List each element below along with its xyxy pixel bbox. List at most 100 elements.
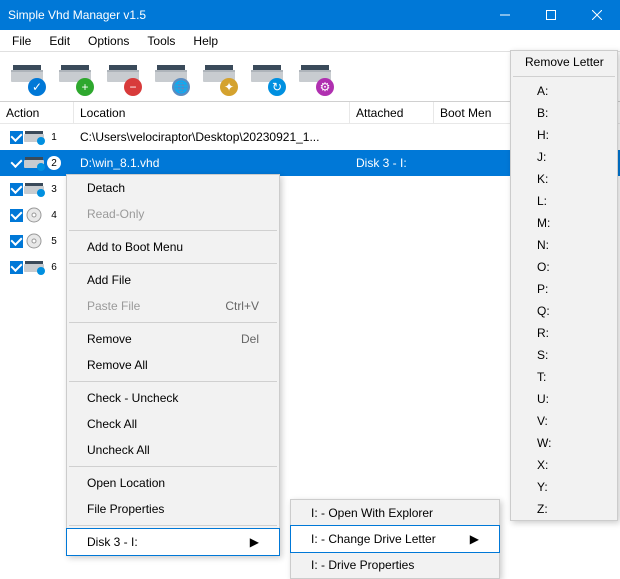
remove-vhd-button[interactable]: − xyxy=(100,54,146,100)
row-attached xyxy=(350,228,434,254)
drive-letter-k[interactable]: K: xyxy=(511,168,617,190)
drive-letter-m[interactable]: M: xyxy=(511,212,617,234)
drive-letter-w[interactable]: W: xyxy=(511,432,617,454)
row-number: 2 xyxy=(47,156,61,170)
menu-options[interactable]: Options xyxy=(80,32,137,50)
ctx-add-file[interactable]: Add File xyxy=(67,267,279,293)
row-attached xyxy=(350,202,434,228)
drive-letter-u[interactable]: U: xyxy=(511,388,617,410)
remove-letter[interactable]: Remove Letter xyxy=(511,51,617,73)
drive-letter-n[interactable]: N: xyxy=(511,234,617,256)
drive-letter-x[interactable]: X: xyxy=(511,454,617,476)
menubar: FileEditOptionsToolsHelp xyxy=(0,30,620,52)
row-location: D:\win_8.1.vhd xyxy=(74,150,350,176)
refresh-button[interactable]: ↻ xyxy=(244,54,290,100)
row-checkbox[interactable] xyxy=(10,183,23,196)
hdd-icon xyxy=(23,129,45,145)
row-checkbox[interactable] xyxy=(10,157,23,170)
row-number: 6 xyxy=(47,260,61,274)
row-checkbox[interactable] xyxy=(10,131,23,144)
context-menu-main: DetachRead-Only Add to Boot Menu Add FileP… xyxy=(66,174,280,556)
drive-letter-r[interactable]: R: xyxy=(511,322,617,344)
drive-letter-z[interactable]: Z: xyxy=(511,498,617,520)
drive-letter-b[interactable]: B: xyxy=(511,102,617,124)
cd-icon xyxy=(23,233,45,249)
drive-letter-h[interactable]: H: xyxy=(511,124,617,146)
svg-text:−: − xyxy=(129,80,136,94)
drive-letter-j[interactable]: J: xyxy=(511,146,617,168)
ctx-i-change-drive-letter[interactable]: I: - Change Drive Letter▶ xyxy=(290,525,500,553)
drive-letter-q[interactable]: Q: xyxy=(511,300,617,322)
drive-letter-y[interactable]: Y: xyxy=(511,476,617,498)
drive-letter-flyout: Remove Letter A:B:H:J:K:L:M:N:O:P:Q:R:S:T… xyxy=(510,50,618,521)
svg-text:✦: ✦ xyxy=(224,80,234,94)
svg-text:↻: ↻ xyxy=(272,80,282,94)
open-location-button[interactable]: 🌐 xyxy=(148,54,194,100)
minimize-button[interactable] xyxy=(482,0,528,30)
ctx-remove-all[interactable]: Remove All xyxy=(67,352,279,378)
create-vhd-button[interactable]: + xyxy=(52,54,98,100)
drive-letter-l[interactable]: L: xyxy=(511,190,617,212)
submenu-arrow-icon: ▶ xyxy=(250,535,259,549)
ctx-check-all[interactable]: Check All xyxy=(67,411,279,437)
hdd-icon xyxy=(23,155,45,171)
ctx-remove[interactable]: RemoveDel xyxy=(67,326,279,352)
row-attached: Disk 3 - I: xyxy=(350,150,434,176)
hdd-icon xyxy=(23,259,45,275)
separator xyxy=(69,322,277,323)
row-checkbox[interactable] xyxy=(10,235,23,248)
row-attached xyxy=(350,124,434,150)
titlebar: Simple Vhd Manager v1.5 xyxy=(0,0,620,30)
ctx-disk-3-i-[interactable]: Disk 3 - I:▶ xyxy=(66,528,280,556)
menu-edit[interactable]: Edit xyxy=(41,32,78,50)
ctx-detach[interactable]: Detach xyxy=(67,175,279,201)
svg-text:✓: ✓ xyxy=(32,80,42,94)
row-attached xyxy=(350,254,434,280)
drive-letter-a[interactable]: A: xyxy=(511,80,617,102)
ctx-check-uncheck[interactable]: Check - Uncheck xyxy=(67,385,279,411)
ctx-uncheck-all[interactable]: Uncheck All xyxy=(67,437,279,463)
menu-help[interactable]: Help xyxy=(185,32,226,50)
window-title: Simple Vhd Manager v1.5 xyxy=(8,8,482,22)
maximize-button[interactable] xyxy=(528,0,574,30)
hdd-icon xyxy=(23,181,45,197)
settings-button[interactable]: ⚙ xyxy=(292,54,338,100)
svg-text:⚙: ⚙ xyxy=(320,80,331,94)
ctx-add-to-boot-menu[interactable]: Add to Boot Menu xyxy=(67,234,279,260)
separator xyxy=(69,263,277,264)
add-vhd-button[interactable]: ✓ xyxy=(4,54,50,100)
separator xyxy=(69,230,277,231)
close-button[interactable] xyxy=(574,0,620,30)
row-number: 1 xyxy=(47,130,61,144)
drive-letter-v[interactable]: V: xyxy=(511,410,617,432)
row-number: 5 xyxy=(47,234,61,248)
col-attached[interactable]: Attached xyxy=(350,102,434,123)
menu-tools[interactable]: Tools xyxy=(139,32,183,50)
row-checkbox[interactable] xyxy=(10,261,23,274)
context-menu-disk: I: - Open With ExplorerI: - Change Drive… xyxy=(290,499,500,579)
row-checkbox[interactable] xyxy=(10,209,23,222)
cd-icon xyxy=(23,207,45,223)
separator xyxy=(69,381,277,382)
col-location[interactable]: Location xyxy=(74,102,350,123)
ctx-file-properties[interactable]: File Properties xyxy=(67,496,279,522)
row-number: 3 xyxy=(47,182,61,196)
drive-letter-t[interactable]: T: xyxy=(511,366,617,388)
ctx-paste-file: Paste FileCtrl+V xyxy=(67,293,279,319)
drive-letter-o[interactable]: O: xyxy=(511,256,617,278)
drive-letter-p[interactable]: P: xyxy=(511,278,617,300)
submenu-arrow-icon: ▶ xyxy=(470,532,479,546)
separator xyxy=(69,525,277,526)
ctx-open-location[interactable]: Open Location xyxy=(67,470,279,496)
ctx-i-open-with-explorer[interactable]: I: - Open With Explorer xyxy=(291,500,499,526)
svg-text:+: + xyxy=(81,80,88,94)
ctx-read-only: Read-Only xyxy=(67,201,279,227)
separator xyxy=(69,466,277,467)
row-location: C:\Users\velociraptor\Desktop\20230921_1… xyxy=(74,124,350,150)
drive-letter-s[interactable]: S: xyxy=(511,344,617,366)
ctx-i-drive-properties[interactable]: I: - Drive Properties xyxy=(291,552,499,578)
col-action[interactable]: Action xyxy=(0,102,74,123)
row-number: 4 xyxy=(47,208,61,222)
menu-file[interactable]: File xyxy=(4,32,39,50)
boot-menu-button[interactable]: ✦ xyxy=(196,54,242,100)
